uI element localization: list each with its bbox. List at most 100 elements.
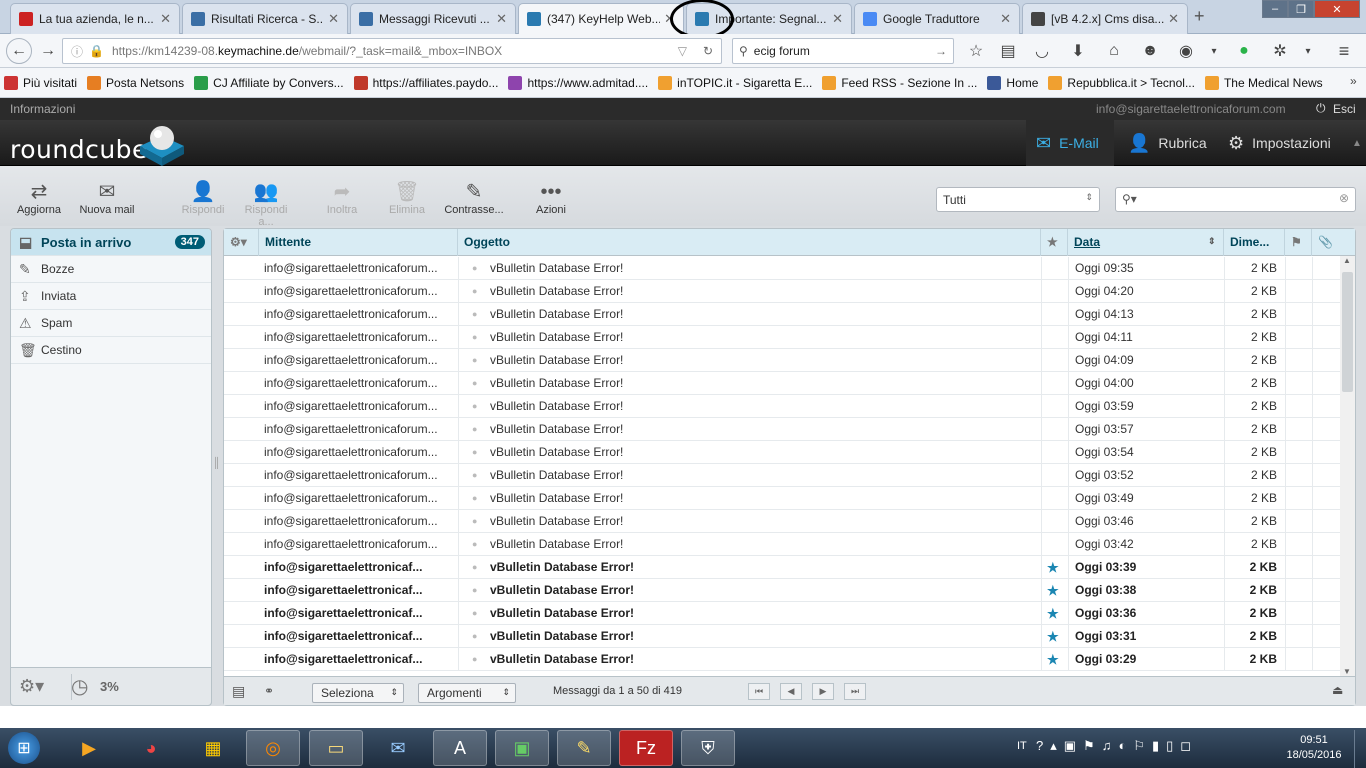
list-layout-icon[interactable]: ▤ [232, 683, 245, 700]
message-row[interactable]: info@sigarettaelettronicaforum... ● vBulle… [224, 326, 1340, 349]
browser-tab[interactable]: La tua azienda, le n... ✕ [10, 3, 180, 34]
refresh-button[interactable]: ⇄ Aggiorna [9, 180, 69, 216]
col-subject[interactable]: Oggetto [458, 229, 1041, 256]
select-menu[interactable]: Seleziona ⇕ [312, 683, 404, 703]
back-icon[interactable]: ← [6, 38, 32, 64]
bookmark-item[interactable]: Home [987, 75, 1038, 90]
close-tab-icon[interactable]: ✕ [832, 11, 843, 27]
col-flag-star-icon[interactable]: ★ [1041, 229, 1068, 256]
minimize-button[interactable]: – [1262, 0, 1288, 18]
logout-link[interactable]: Esci [1333, 102, 1356, 116]
pane-splitter[interactable]: ║ [213, 458, 220, 469]
message-row[interactable]: info@sigarettaelettronicaforum... ● vBulle… [224, 303, 1340, 326]
puzzle-icon[interactable]: ✲ [1268, 39, 1292, 63]
filter-select[interactable]: Tutti ⇕ [936, 187, 1100, 212]
about-link[interactable]: Informazioni [10, 102, 75, 116]
shield-icon[interactable]: ⛨ [681, 730, 735, 766]
bookmark-item[interactable]: CJ Affiliate by Convers... [194, 75, 344, 90]
search-options-icon[interactable]: ⚲▾ [1122, 192, 1137, 206]
first-page-icon[interactable]: ⏮ [748, 683, 770, 700]
clock[interactable]: 09:51 18/05/2016 [1285, 733, 1343, 763]
addon-menu-icon[interactable]: ▾ [1296, 39, 1320, 63]
threads-icon[interactable]: ⚭ [264, 684, 274, 698]
header-collapse-icon[interactable]: ▲ [1352, 138, 1362, 149]
close-tab-icon[interactable]: ✕ [160, 11, 171, 27]
firefox-icon[interactable]: ◎ [246, 730, 300, 766]
home-icon[interactable]: ⌂ [1102, 39, 1126, 63]
close-tab-icon[interactable]: ✕ [664, 11, 675, 27]
browser-search-input[interactable]: ⚲ ecig forum → [732, 38, 954, 64]
message-row[interactable]: info@sigarettaelettronicaforum... ● vBulle… [224, 487, 1340, 510]
download-icon[interactable]: ⬇ [1066, 39, 1090, 63]
more-actions-button[interactable]: ••• Azioni [521, 180, 581, 216]
col-size[interactable]: Dime... [1224, 229, 1285, 256]
message-row[interactable]: info@sigarettaelettronicaforum... ● vBulle… [224, 464, 1340, 487]
message-row[interactable]: info@sigarettaelettronicaforum... ● vBulle… [224, 395, 1340, 418]
media-player-icon[interactable]: ▶ [62, 730, 116, 766]
url-bar[interactable]: ⓘ 🔒 https://km14239-08. keymachine.de/web… [62, 38, 722, 64]
close-window-button[interactable]: ✕ [1314, 0, 1360, 18]
col-flag-icon[interactable]: ⚑ [1285, 229, 1312, 256]
message-row[interactable]: info@sigarettaelettronicaf... ● vBulletin … [224, 625, 1340, 648]
list-options-icon[interactable]: ⚙▾ [224, 229, 259, 256]
reset-search-icon[interactable]: ⊗ [1339, 191, 1349, 205]
col-date[interactable]: Data [1068, 229, 1224, 256]
scroll-down-icon[interactable]: ▼ [1343, 667, 1351, 676]
start-button[interactable]: ⊞ [4, 730, 44, 766]
folder-settings-icon[interactable]: ⚙▾ [19, 676, 44, 697]
bookmark-item[interactable]: Posta Netsons [87, 75, 184, 90]
browser-tab[interactable]: Risultati Ricerca - S... ✕ [182, 3, 348, 34]
scroll-up-icon[interactable]: ▲ [1343, 256, 1351, 265]
bookmark-item[interactable]: Repubblica.it > Tecnol... [1048, 75, 1195, 90]
compose-button[interactable]: ✉ Nuova mail [77, 180, 137, 216]
nav-mail[interactable]: ✉ E-Mail [1026, 120, 1114, 166]
close-tab-icon[interactable]: ✕ [1000, 11, 1011, 27]
roundcube-logo[interactable]: roundcube [10, 135, 148, 164]
language-indicator[interactable]: IT [1017, 740, 1027, 752]
bookmark-item[interactable]: Feed RSS - Sezione In ... [822, 75, 977, 90]
prev-page-icon[interactable]: ◀ [780, 683, 802, 700]
bookmark-item[interactable]: https://www.admitad.... [508, 75, 648, 90]
list-scrollbar[interactable]: ▲ ▼ [1340, 256, 1355, 676]
browser-tab[interactable]: Google Traduttore ✕ [854, 3, 1020, 34]
message-row[interactable]: info@sigarettaelettronicaforum... ● vBulle… [224, 280, 1340, 303]
search-go-icon[interactable]: → [935, 44, 947, 58]
scroll-thumb[interactable] [1342, 272, 1353, 392]
col-attachment-icon[interactable]: 📎 [1312, 229, 1340, 256]
reply-all-button[interactable]: 👥 Rispondi a... [236, 180, 296, 228]
dropdown-icon[interactable]: ▽ [678, 44, 687, 58]
message-row[interactable]: info@sigarettaelettronicaforum... ● vBulle… [224, 441, 1340, 464]
paint-icon[interactable]: ✎ [557, 730, 611, 766]
browser-tab[interactable]: [vB 4.2.x] Cms disa... ✕ [1022, 3, 1188, 34]
app-grid-icon[interactable]: ▦ [186, 730, 240, 766]
threads-menu[interactable]: Argomenti ⇕ [418, 683, 516, 703]
file-explorer-icon[interactable]: ▭ [309, 730, 363, 766]
extension-icon[interactable]: ◉ [1174, 39, 1198, 63]
bookmark-star-icon[interactable]: ☆ [964, 39, 988, 63]
col-from[interactable]: Mittente [259, 229, 458, 256]
reading-list-icon[interactable]: ▤ [996, 39, 1020, 63]
message-row[interactable]: info@sigarettaelettronicaforum... ● vBulle… [224, 257, 1340, 280]
new-tab-button[interactable]: + [1194, 6, 1205, 27]
green-extension-icon[interactable]: ● [1232, 39, 1256, 63]
delete-button[interactable]: 🗑 Elimina [377, 180, 437, 216]
hamburger-menu-icon[interactable]: ≡ [1332, 39, 1356, 63]
bookmark-item[interactable]: Più visitati [4, 75, 77, 90]
close-tab-icon[interactable]: ✕ [1168, 11, 1179, 27]
bookmark-item[interactable]: https://affiliates.paydo... [353, 75, 498, 90]
message-row[interactable]: info@sigarettaelettronicaf... ● vBulletin … [224, 556, 1340, 579]
last-page-icon[interactable]: ⏭ [844, 683, 866, 700]
bookmark-item[interactable]: The Medical News [1204, 75, 1323, 90]
nav-settings[interactable]: ⚙ Impostazioni [1218, 120, 1341, 166]
message-row[interactable]: info@sigarettaelettronicaforum... ● vBulle… [224, 533, 1340, 556]
message-row[interactable]: info@sigarettaelettronicaforum... ● vBulle… [224, 510, 1340, 533]
bookmark-item[interactable]: inTOPIC.it - Sigaretta E... [658, 75, 812, 90]
nav-contacts[interactable]: 👤 Rubrica [1118, 120, 1217, 166]
message-row[interactable]: info@sigarettaelettronicaforum... ● vBulle… [224, 349, 1340, 372]
message-row[interactable]: info@sigarettaelettronicaf... ● vBulletin … [224, 648, 1340, 671]
folder-item[interactable]: ⬓ Posta in arrivo 347 [11, 229, 211, 256]
bookmarks-overflow-icon[interactable]: » [1350, 74, 1357, 88]
browser-tab[interactable]: Messaggi Ricevuti ... ✕ [350, 3, 516, 34]
folder-item[interactable]: ⇪ Inviata [11, 283, 211, 310]
document-icon[interactable]: A [433, 730, 487, 766]
